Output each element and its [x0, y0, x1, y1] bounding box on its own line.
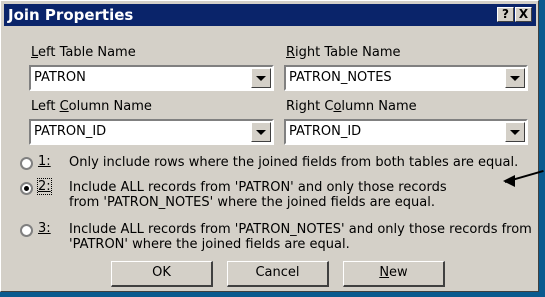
option-1-number[interactable]: 1:	[38, 154, 51, 169]
left-table-combo[interactable]: PATRON	[29, 65, 274, 91]
right-column-value: PATRON_ID	[289, 124, 362, 139]
cancel-button[interactable]: Cancel	[227, 261, 329, 287]
left-table-value: PATRON	[34, 70, 86, 85]
option-3-number[interactable]: 3:	[38, 221, 51, 236]
right-column-combo[interactable]: PATRON_ID	[284, 119, 528, 145]
help-button[interactable]: ?	[497, 7, 514, 22]
close-button[interactable]: X	[515, 7, 532, 22]
new-button[interactable]: New	[343, 261, 445, 287]
option-3-text[interactable]: Include ALL records from 'PATRON_NOTES' …	[69, 222, 537, 252]
left-column-label: Left Column Name	[31, 99, 152, 114]
left-column-value: PATRON_ID	[34, 124, 107, 139]
arrow-left-icon	[503, 175, 515, 187]
option-2-number[interactable]: 2:	[37, 178, 52, 195]
chevron-down-icon[interactable]	[505, 68, 525, 88]
right-table-combo[interactable]: PATRON_NOTES	[284, 65, 528, 91]
option-2-text[interactable]: Include ALL records from 'PATRON' and on…	[69, 180, 479, 210]
right-table-label: Right Table Name	[286, 45, 401, 60]
option-2-radio[interactable]	[20, 182, 33, 195]
option-1-radio[interactable]	[20, 157, 33, 170]
chevron-down-icon[interactable]	[251, 122, 271, 142]
join-properties-dialog: Join Properties ? X Left Table Name PATR…	[0, 0, 539, 292]
right-column-label: Right Column Name	[286, 99, 417, 114]
help-icon: ?	[502, 7, 509, 21]
left-table-label: Left Table Name	[31, 45, 136, 60]
option-3-radio[interactable]	[20, 224, 33, 237]
chevron-down-icon[interactable]	[505, 122, 525, 142]
left-column-combo[interactable]: PATRON_ID	[29, 119, 274, 145]
option-1-text[interactable]: Only include rows where the joined field…	[69, 155, 529, 170]
title-bar[interactable]: Join Properties ? X	[4, 4, 536, 26]
ok-button[interactable]: OK	[111, 261, 213, 287]
close-icon: X	[518, 7, 529, 21]
chevron-down-icon[interactable]	[251, 68, 271, 88]
dialog-title: Join Properties	[8, 6, 134, 24]
right-table-value: PATRON_NOTES	[289, 70, 392, 85]
